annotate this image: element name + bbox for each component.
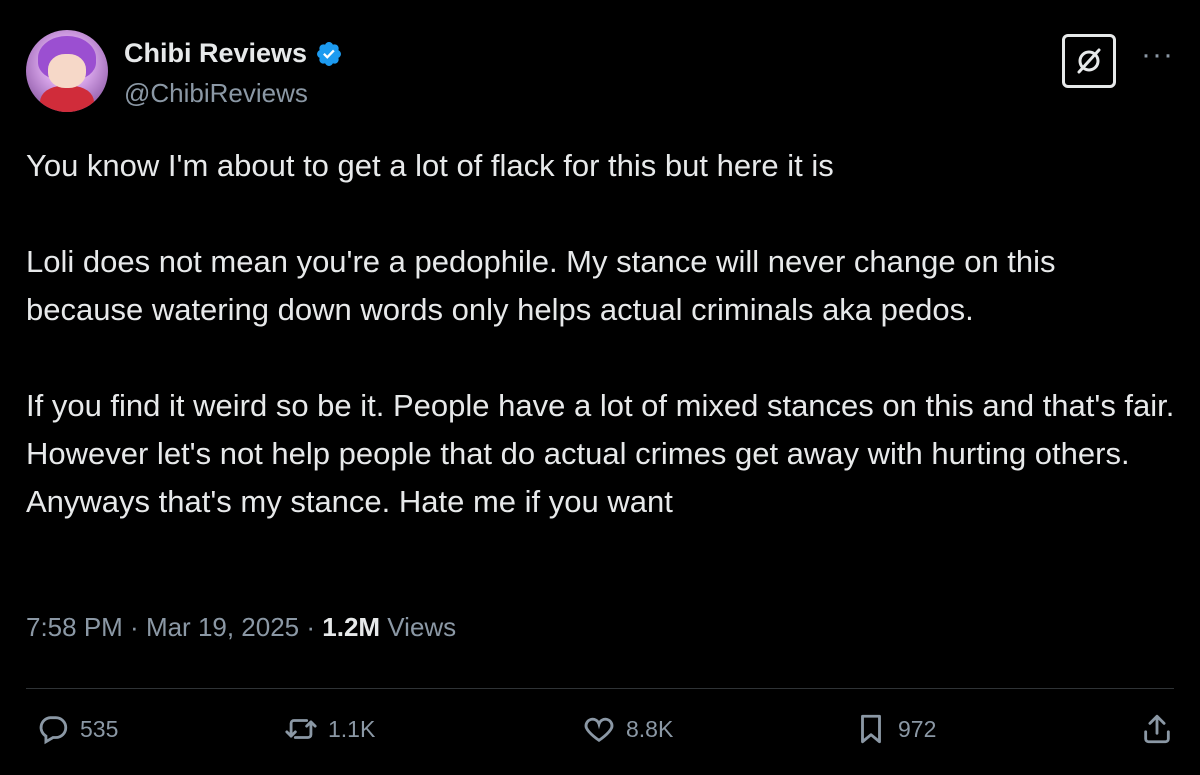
views-label: Views — [380, 612, 457, 642]
like-count: 8.8K — [626, 715, 674, 742]
verified-badge-icon — [317, 41, 342, 66]
bookmark-icon — [861, 714, 881, 744]
more-options-button[interactable]: ··· — [1141, 38, 1174, 72]
bookmark-button[interactable]: 972 — [854, 712, 936, 746]
tweet-date[interactable]: Mar 19, 2025 — [146, 612, 299, 642]
bookmark-count: 972 — [898, 715, 937, 742]
share-icon — [1144, 714, 1170, 744]
tweet-meta: 7:58 PM · Mar 19, 2025 · 1.2M Views — [26, 612, 456, 643]
reply-count: 535 — [80, 715, 119, 742]
tweet-time[interactable]: 7:58 PM — [26, 612, 123, 642]
tweet-text: You know I'm about to get a lot of flack… — [26, 148, 1175, 519]
grok-button[interactable] — [1062, 34, 1116, 88]
reply-button[interactable]: 535 — [36, 712, 118, 746]
heart-icon — [584, 717, 614, 743]
divider — [26, 688, 1174, 689]
meta-separator: · — [122, 612, 146, 642]
repost-icon — [285, 719, 317, 739]
meta-separator: · — [299, 612, 323, 642]
display-name[interactable]: Chibi Reviews — [124, 38, 307, 69]
repost-count: 1.1K — [328, 715, 376, 742]
name-row: Chibi Reviews — [124, 38, 343, 69]
share-button[interactable] — [1140, 712, 1174, 746]
grok-icon — [1077, 48, 1101, 74]
reply-icon — [39, 716, 68, 745]
avatar[interactable] — [26, 30, 108, 112]
views-count: 1.2M — [322, 612, 381, 642]
action-bar: 535 1.1K 8.8K 972 — [26, 712, 1174, 762]
tweet-header: Chibi Reviews @ChibiReviews ··· — [26, 26, 1174, 118]
repost-button[interactable]: 1.1K — [284, 712, 375, 746]
handle[interactable]: @ChibiReviews — [124, 78, 308, 109]
like-button[interactable]: 8.8K — [582, 712, 673, 746]
